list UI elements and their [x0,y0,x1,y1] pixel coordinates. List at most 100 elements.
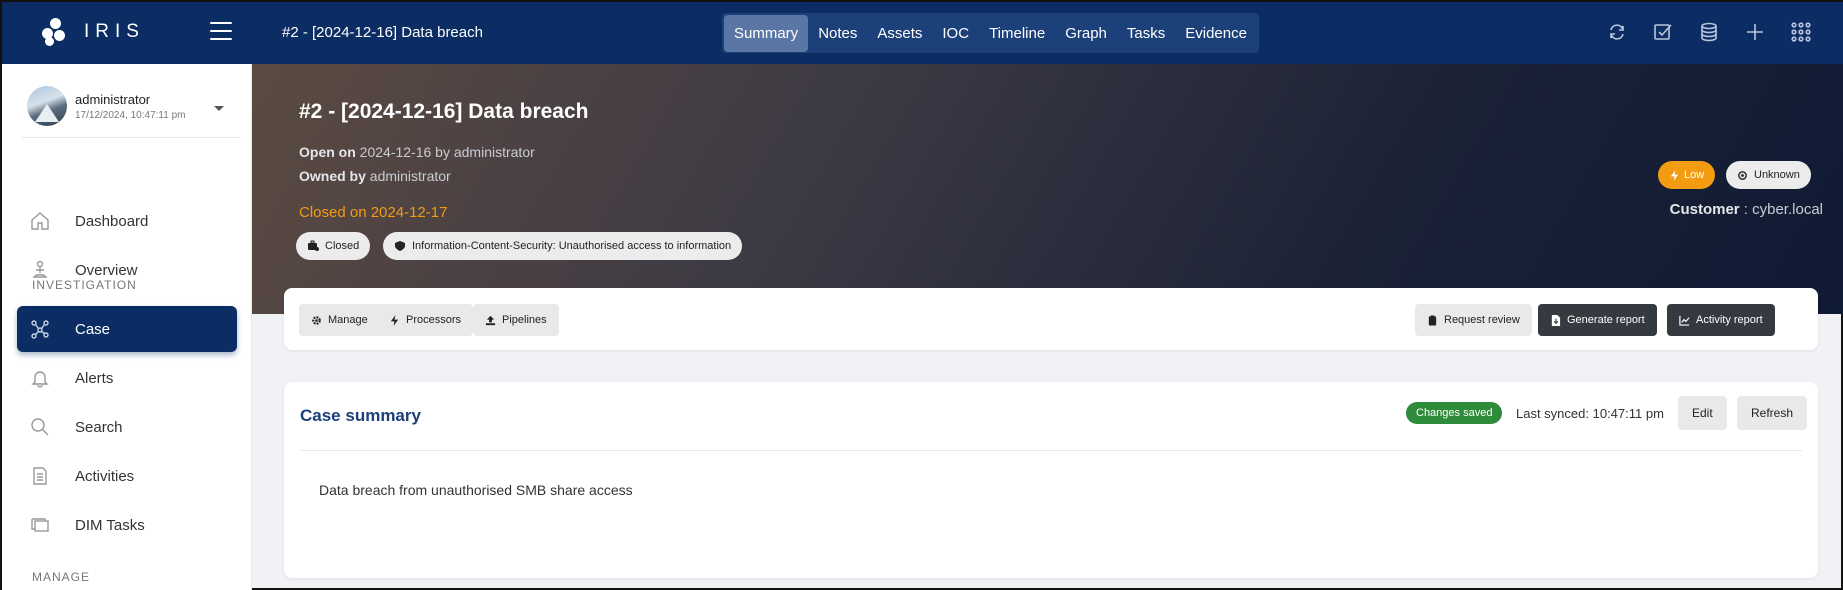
bell-icon [29,367,51,389]
user-name: administrator [75,91,151,107]
avatar [27,86,67,126]
tab-tasks[interactable]: Tasks [1117,15,1175,52]
layers-icon [29,514,51,536]
open-value: 2024-12-16 by administrator [359,144,535,160]
graph-nodes-icon [29,318,51,340]
plus-icon[interactable] [1745,22,1765,42]
menu-toggle-icon[interactable] [210,22,232,40]
refresh-icon[interactable] [1607,22,1627,42]
shield-icon [395,241,405,251]
status-badge: Closed [296,232,371,260]
search-icon [29,416,51,438]
top-navbar: IRIS #2 - [2024-12-16] Data breach Summa… [2,2,1843,64]
sidebar: administrator 17/12/2024, 10:47:11 pm Da… [2,64,252,590]
sidebar-item-case[interactable]: Case [17,306,237,352]
tab-evidence[interactable]: Evidence [1175,15,1257,52]
sidebar-item-dashboard[interactable]: Dashboard [17,198,237,244]
status-label: Closed [325,240,360,252]
case-tabs: Summary Notes Assets IOC Timeline Graph … [722,13,1259,53]
header-case-title: #2 - [2024-12-16] Data breach [282,24,483,41]
activity-report-button[interactable]: Activity report [1667,304,1775,336]
processors-label: Processors [406,314,462,326]
tab-assets[interactable]: Assets [867,15,932,52]
page-title: #2 - [2024-12-16] Data breach [299,100,589,123]
sidebar-item-label: DIM Tasks [75,516,145,534]
user-menu[interactable]: administrator 17/12/2024, 10:47:11 pm [27,82,242,130]
document-list-icon [29,465,51,487]
line-chart-icon [1679,315,1690,326]
sidebar-item-label: Case [75,320,111,338]
activity-report-label: Activity report [1696,314,1763,326]
sidebar-item-label: Alerts [75,369,114,387]
sidebar-item-label: Overview [75,261,138,279]
tab-notes[interactable]: Notes [808,15,867,52]
case-hero: #2 - [2024-12-16] Data breach Open on 20… [252,64,1843,314]
customer-value: : cyber.local [1739,201,1823,218]
open-info: Open on 2024-12-16 by administrator [299,144,535,160]
customer-label: Customer [1669,201,1740,218]
case-summary-card: Case summary Changes saved Last synced: … [284,382,1818,578]
severity-label: Low [1684,169,1705,181]
logo-text: IRIS [84,21,145,42]
pipelines-button[interactable]: Pipelines [473,304,559,336]
classification-badge: Information-Content-Security: Unauthoris… [383,232,743,260]
file-download-icon [1551,314,1561,326]
upload-icon [485,315,496,325]
summary-divider [300,450,1802,451]
last-synced-text: Last synced: 10:47:11 pm [1516,406,1664,421]
apps-grid-icon[interactable] [1791,22,1811,42]
settings-icon [1738,170,1747,180]
sidebar-divider [22,137,241,138]
generate-report-button[interactable]: Generate report [1538,304,1657,336]
request-review-label: Request review [1444,314,1520,326]
classification-label: Information-Content-Security: Unauthoris… [412,240,732,252]
sidebar-item-search[interactable]: Search [17,404,237,450]
case-actions-bar: Manage Processors Pipelines Request revi… [284,288,1818,350]
open-label: Open on [299,144,356,160]
outcome-label: Unknown [1754,169,1800,181]
tab-graph[interactable]: Graph [1055,15,1117,52]
manage-button[interactable]: Manage [299,304,380,336]
user-login-date: 17/12/2024, 10:47:11 pm [75,109,186,121]
logo-mark-icon [42,18,70,46]
owned-value: administrator [369,168,451,184]
header-icons [1607,22,1811,42]
generate-report-label: Generate report [1567,314,1645,326]
clipboard-icon [1428,314,1437,326]
request-review-button[interactable]: Request review [1415,304,1532,336]
pipelines-label: Pipelines [502,314,547,326]
bolt-icon [390,314,399,326]
caret-down-icon[interactable] [214,106,224,111]
checkbox-icon[interactable] [1653,22,1673,42]
edit-button[interactable]: Edit [1678,396,1727,430]
tab-ioc[interactable]: IOC [932,15,979,52]
tab-timeline[interactable]: Timeline [979,15,1055,52]
outcome-badge[interactable]: Unknown [1726,161,1811,189]
manage-label: Manage [328,314,368,326]
processors-button[interactable]: Processors [377,304,474,336]
saved-status-badge: Changes saved [1406,402,1503,424]
summary-content: Data breach from unauthorised SMB share … [319,482,633,498]
sidebar-item-dim-tasks[interactable]: DIM Tasks [17,502,237,548]
section-manage: MANAGE [32,570,91,584]
owner-info: Owned by administrator [299,168,451,184]
section-investigation: INVESTIGATION [32,278,137,292]
gear-icon [312,315,321,325]
sidebar-item-label: Search [75,418,123,436]
database-icon[interactable] [1699,22,1719,42]
bolt-icon [1670,169,1679,181]
customer-info: Customer : cyber.local [1670,201,1823,218]
refresh-button[interactable]: Refresh [1737,396,1808,430]
iris-logo[interactable]: IRIS [42,18,145,46]
sidebar-item-label: Activities [75,467,135,485]
summary-title: Case summary [300,406,421,425]
closed-date: Closed on 2024-12-17 [299,204,448,221]
sidebar-item-label: Dashboard [75,212,149,230]
briefcase-lock-icon [308,240,319,251]
severity-badge[interactable]: Low [1658,161,1716,189]
sidebar-item-activities[interactable]: Activities [17,453,237,499]
sidebar-item-alerts[interactable]: Alerts [17,355,237,401]
owned-label: Owned by [299,168,366,184]
tab-summary[interactable]: Summary [724,14,809,52]
home-icon [29,210,51,232]
